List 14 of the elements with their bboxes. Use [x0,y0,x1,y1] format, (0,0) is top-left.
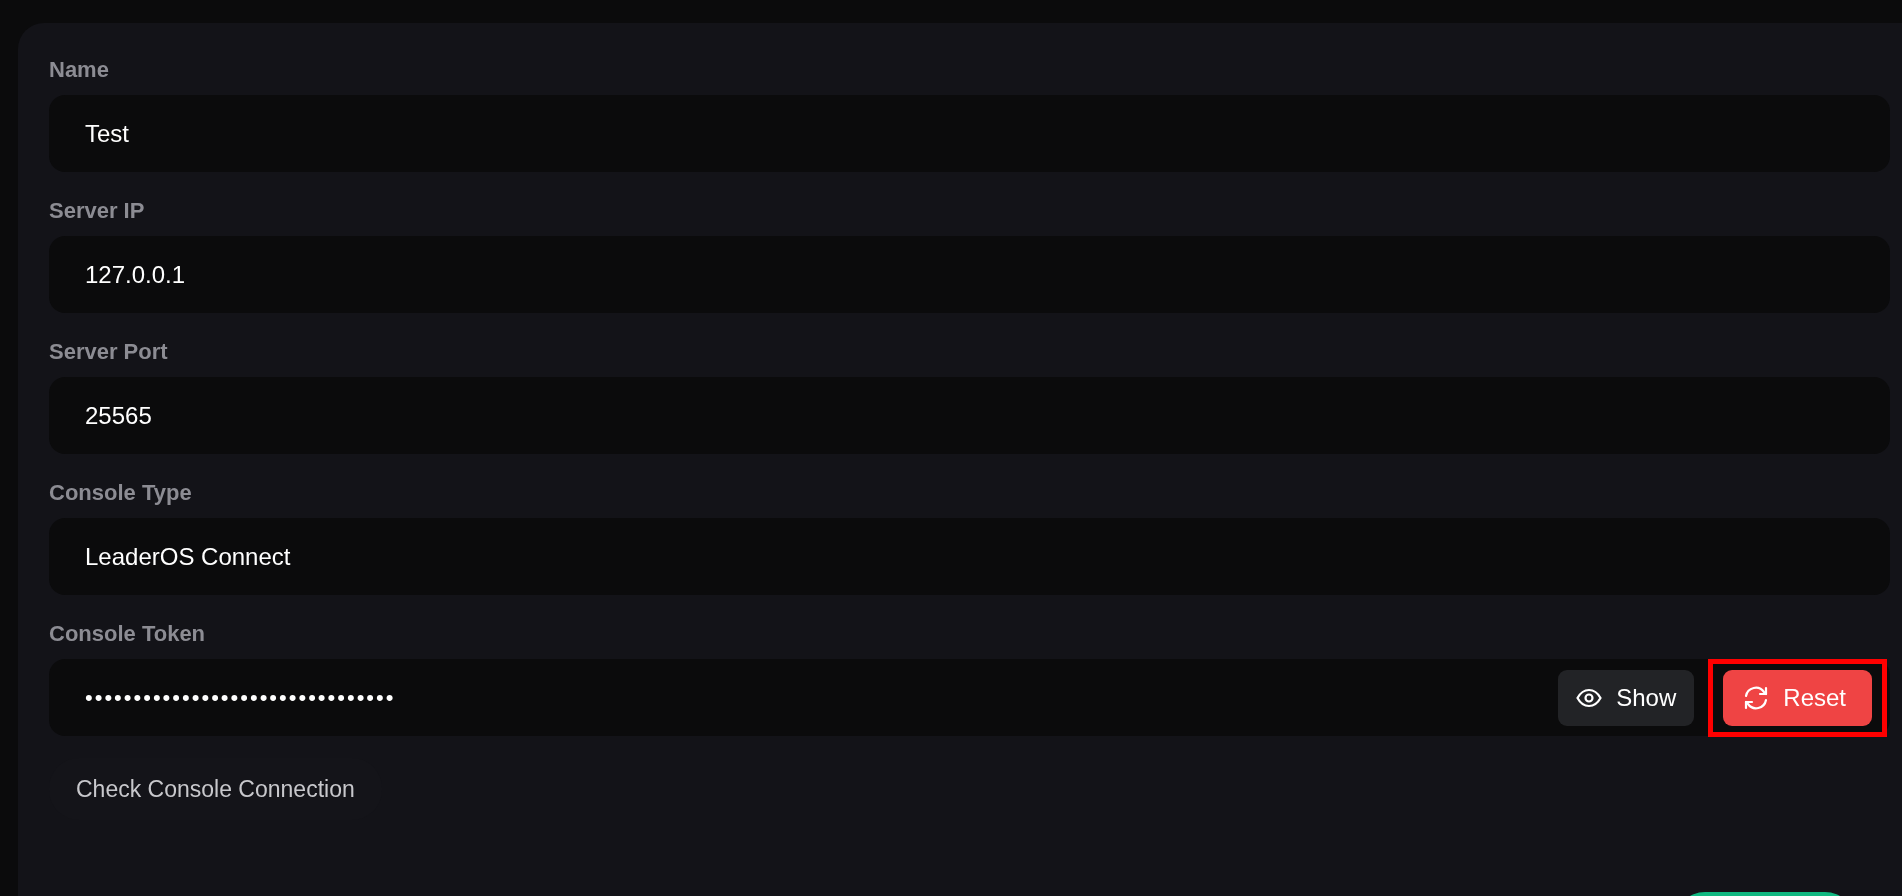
reset-button[interactable]: Reset [1723,669,1872,726]
field-label: Name [49,57,109,83]
field-label: Console Type [49,480,192,506]
text-field[interactable]: 25565 [49,377,1890,454]
field-label: Server IP [49,198,145,224]
token-field[interactable]: •••••••••••••••••••••••••••••••• Show Reset [49,659,1890,736]
field-label: Server Port [49,339,168,365]
eye-icon [1576,687,1603,708]
field-label: Console Token [49,621,206,647]
show-button[interactable]: Show [1558,669,1695,726]
text-field[interactable]: 127.0.0.1 [49,236,1890,313]
text-field[interactable]: Test [49,95,1890,172]
select-field[interactable]: LeaderOS Connect [49,518,1890,595]
refresh-icon [1743,684,1770,711]
